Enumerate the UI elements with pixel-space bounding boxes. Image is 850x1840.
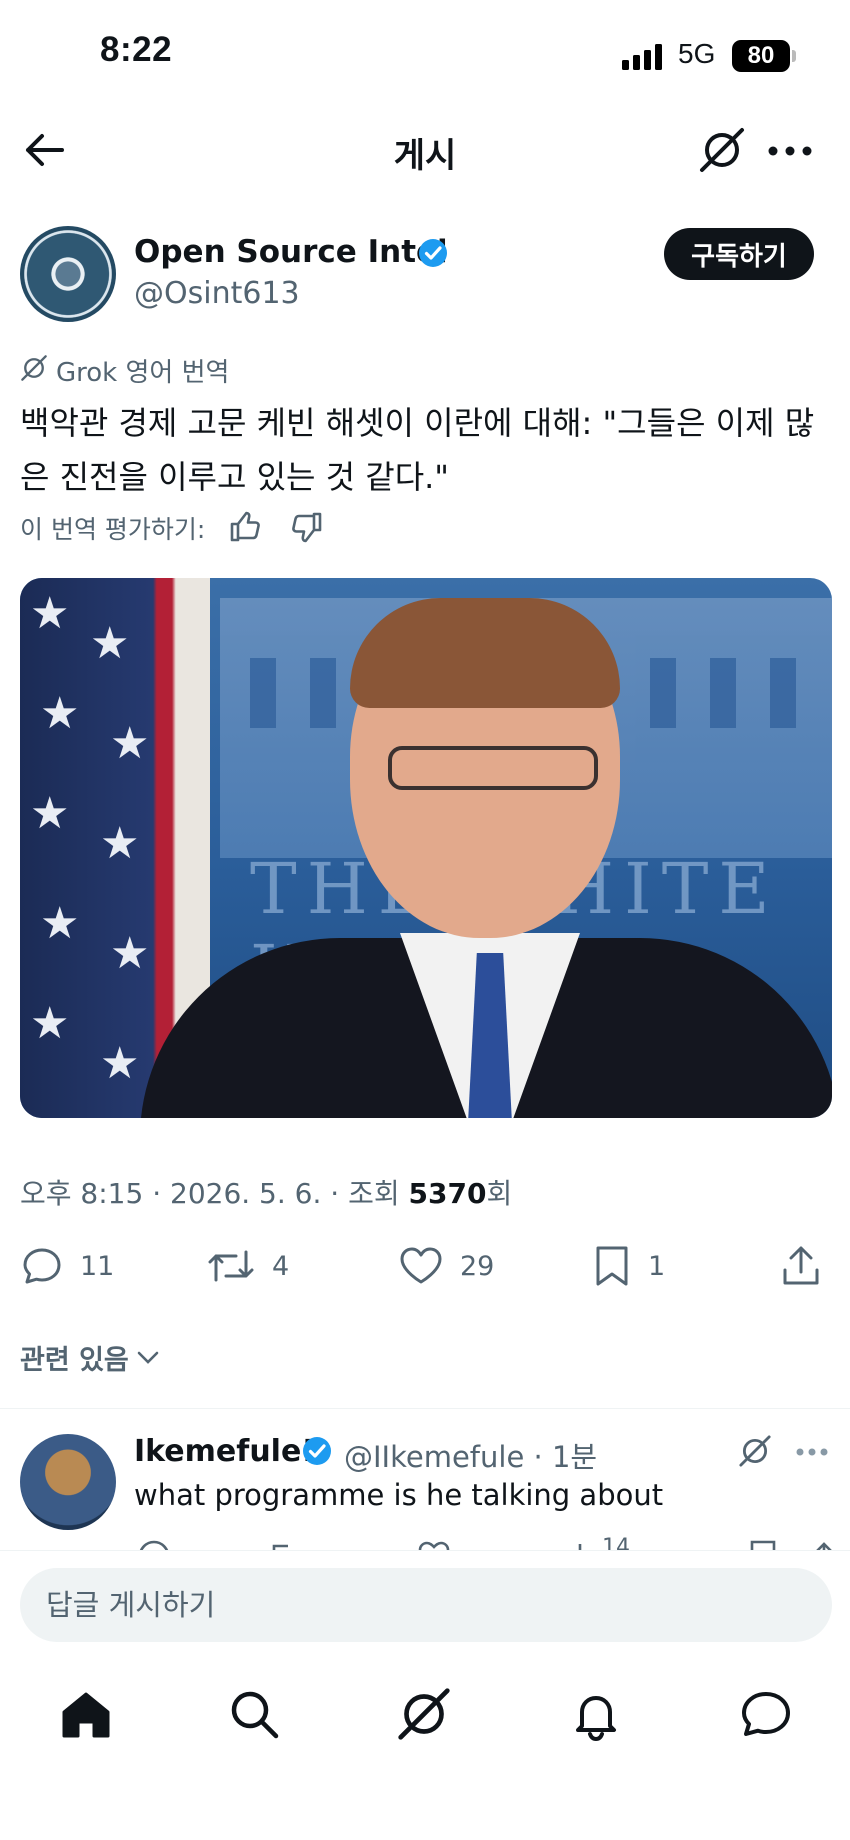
view-suffix: 회 [486,1177,513,1210]
more-icon[interactable] [768,146,812,156]
subscribe-button[interactable]: 구독하기 [664,228,814,280]
like-button[interactable]: 29 [398,1244,494,1288]
reply-author-name[interactable]: Ikemefule! [134,1434,315,1469]
back-arrow-icon[interactable] [22,128,66,172]
signal-icon [622,44,666,70]
author-name[interactable]: Open Source Intel [134,234,448,270]
battery-level: 80 [747,42,775,69]
thumbs-up-icon[interactable] [228,510,262,544]
home-icon[interactable] [58,1686,114,1742]
related-label: 관련 있음 [20,1345,129,1376]
avatar[interactable] [20,226,116,322]
post-meta: 오후 8:15 · 2026. 5. 6. · 조회 5370회 [20,1172,512,1212]
grok-icon [20,354,48,382]
reply-text: what programme is he talking about [134,1478,664,1512]
reply-actions: 14 [134,1532,834,1552]
post-timestamp: 오후 8:15 · 2026. 5. 6. · 조회 [20,1177,409,1210]
grok-icon[interactable] [396,1686,452,1742]
bookmark-icon [596,1246,628,1286]
bell-icon[interactable] [568,1686,624,1742]
rate-translation-label: 이 번역 평가하기: [20,515,206,544]
battery-icon: 80 [732,40,790,72]
search-icon[interactable] [226,1686,282,1742]
post-text: 백악관 경제 고문 케빈 해셋이 이란에 대해: "그들은 이제 많은 진전을 … [20,404,815,496]
like-icon [400,1247,442,1284]
chevron-down-icon [137,1351,159,1364]
image-hair [350,598,620,708]
bookmark-count: 1 [648,1250,666,1282]
related-sort-button[interactable]: 관련 있음 [20,1338,159,1377]
thumbs-down-icon[interactable] [290,510,324,544]
repost-icon [208,1250,254,1282]
share-button[interactable] [780,1244,822,1288]
verified-icon [302,1436,332,1466]
reply-handle-time[interactable]: @IIkemefule · 1분 [344,1434,597,1476]
view-count: 5370 [408,1177,487,1210]
more-icon[interactable] [796,1448,828,1456]
battery-cap [792,50,796,62]
status-time: 8:22 [100,30,173,69]
network-type: 5G [678,38,716,69]
grok-icon[interactable] [698,126,746,174]
like-count: 29 [460,1250,495,1282]
reply-avatar[interactable] [20,1434,116,1530]
post-image[interactable]: THE WHITE HOUSE ★★ ★★ ★★ ★★ ★★ [20,578,832,1118]
grok-icon[interactable] [738,1434,772,1468]
verified-icon [418,238,448,268]
reply-icon [23,1248,61,1284]
share-icon [783,1246,819,1285]
translation-label[interactable]: Grok 영어 번역 [56,352,229,389]
divider [0,1408,850,1409]
repost-count: 4 [272,1250,290,1282]
messages-icon[interactable] [738,1686,794,1742]
image-glasses [388,746,598,790]
author-handle[interactable]: @Osint613 [134,276,300,311]
reply-input[interactable] [20,1568,832,1642]
repost-button[interactable]: 4 [206,1244,289,1288]
reply-count: 11 [80,1250,115,1282]
bookmark-button[interactable]: 1 [592,1244,665,1288]
reply-button[interactable]: 11 [20,1244,114,1288]
